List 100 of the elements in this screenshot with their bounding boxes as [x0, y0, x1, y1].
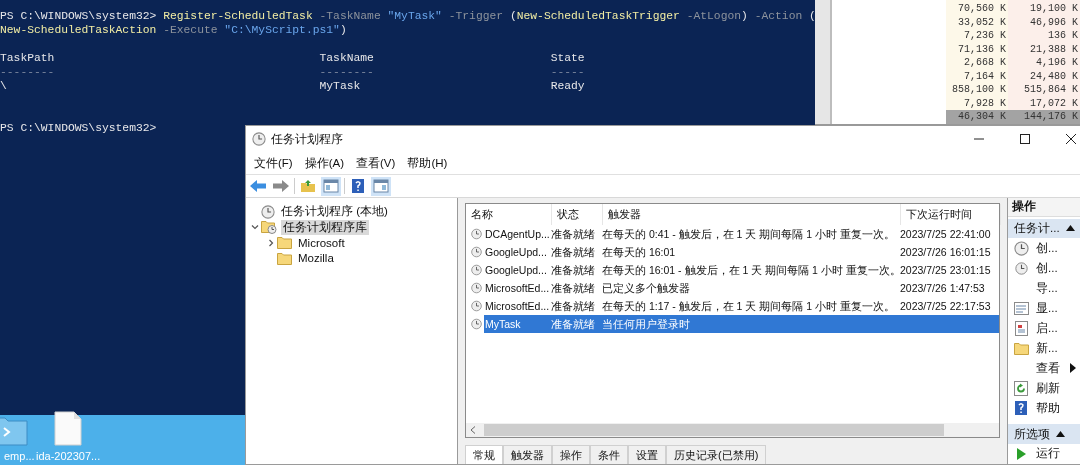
table-cell-text: 准备就绪 [550, 317, 596, 331]
process-row[interactable]: 858,100 K 515,864 K [946, 83, 1080, 97]
table-cell-text: 在每天的 1:17 - 触发后，在 1 天 期间每隔 1 小时 重复一次。 [601, 299, 896, 313]
column-header[interactable]: 触发器 [603, 204, 901, 225]
process-row[interactable]: 71,136 K 21,388 K [946, 42, 1080, 56]
menu-item[interactable]: 帮助(H) [401, 155, 454, 171]
task-row[interactable]: MicrosoftEd... 准备就绪 在每天的 1:17 - 触发后，在 1 天 期间每隔 1 小时 重复一次。 2023/7/25 22:17:53 [484, 297, 999, 315]
tab[interactable]: 常规 [465, 444, 503, 464]
clock-icon [1013, 240, 1029, 256]
process-row[interactable]: 7,164 K 24,480 K [946, 69, 1080, 83]
table-cell-text: 136 K [1047, 29, 1079, 43]
clock-icon [471, 246, 482, 258]
table-cell: MicrosoftEd... [484, 299, 550, 313]
tab[interactable]: 操作 [552, 444, 590, 464]
clock-icon [471, 300, 482, 312]
task-row[interactable]: MyTask 准备就绪 当任何用户登录时 [484, 315, 999, 333]
window-title: 任务计划程序 [271, 130, 343, 148]
heading-underline: -------- [0, 65, 55, 79]
action-link[interactable]: 启... [1036, 320, 1058, 336]
section-header[interactable]: 任务计... [1008, 218, 1080, 238]
tree-item[interactable]: 任务计划程序库 [281, 219, 369, 235]
menu-item[interactable]: 操作(A) [298, 155, 351, 171]
table-cell-text: 144,176 K [1023, 110, 1079, 124]
scroll-left-icon[interactable] [470, 425, 476, 434]
collapse-caret-icon[interactable] [1065, 225, 1075, 232]
column-header[interactable]: 名称 [466, 204, 552, 225]
table-cell-text: 准备就绪 [550, 299, 596, 313]
tab[interactable]: 条件 [590, 444, 628, 464]
task-row[interactable]: GoogleUpd... 准备就绪 在每天的 16:01 - 触发后，在 1 天 期间每隔 1 小时 重复一次。2023/7/25 23:01:15 [484, 261, 999, 279]
column-header[interactable]: 状态 [552, 204, 603, 225]
table-cell-text: 2023/7/26 1:47:53 [899, 281, 986, 295]
clock-icon [471, 264, 482, 276]
table-cell-text: 准备就绪 [550, 245, 596, 259]
action-link[interactable]: 导... [1036, 280, 1058, 296]
tab[interactable]: 设置 [628, 444, 666, 464]
section-header[interactable]: 所选项 [1008, 424, 1080, 444]
action-link[interactable]: 帮助 [1036, 400, 1060, 416]
table-cell-text: 已定义多个触发器 [601, 281, 691, 295]
horizontal-scrollbar[interactable] [466, 422, 999, 437]
table-cell-text: 2023/7/25 23:01:15 [899, 263, 992, 277]
help-icon [1014, 400, 1028, 417]
task-row[interactable]: MicrosoftEd... 准备就绪 已定义多个触发器 2023/7/26 1:47:53 [484, 279, 999, 297]
action-link[interactable]: 显... [1036, 300, 1058, 316]
process-row[interactable]: 46,304 K 144,176 K [946, 110, 1080, 124]
process-row[interactable]: 70,560 K 19,100 K [946, 2, 1080, 16]
collapsed-chevron-icon[interactable] [267, 238, 275, 247]
panel-icon[interactable] [321, 176, 341, 196]
command-line: New-ScheduledTaskAction -Execute "C:\MyScript.ps1") [0, 23, 347, 37]
process-row[interactable]: 7,236 K 136 K [946, 29, 1080, 43]
action-link[interactable]: 创... [1036, 240, 1058, 256]
collapse-caret-icon[interactable] [1056, 431, 1065, 438]
tree-item[interactable]: 任务计划程序 (本地) [279, 204, 390, 220]
file-icon [54, 411, 83, 446]
folder-icon [1013, 341, 1029, 355]
maximize-icon [1020, 134, 1030, 144]
column-heading: TaskName [319, 51, 374, 65]
table-cell-text: 准备就绪 [550, 227, 596, 241]
action-link[interactable]: 创... [1036, 260, 1058, 276]
action-link[interactable]: 新... [1036, 340, 1058, 356]
action-link[interactable]: 运行 [1036, 446, 1060, 462]
table-cell-text: 17,072 K [1029, 96, 1079, 110]
action-link[interactable]: 查看 [1036, 360, 1060, 376]
heading-underline: -------- [319, 65, 374, 79]
table-cell-text: MyTask [484, 317, 522, 331]
clock-icon [1014, 261, 1028, 275]
command-prompt: PS C:\WINDOWS\system32> [0, 121, 157, 135]
table-cell-text: 33,052 K [957, 15, 1007, 29]
play-icon [1016, 447, 1026, 460]
tab[interactable]: 触发器 [503, 444, 552, 464]
tab[interactable]: 历史记录(已禁用) [666, 444, 767, 464]
table-cell-text: 2023/7/26 16:01:15 [899, 245, 992, 259]
table-cell-text: 7,164 K [963, 69, 1007, 83]
menu-item[interactable]: 文件(F) [248, 155, 299, 171]
folder-clock-icon [261, 220, 277, 235]
table-cell-text: 46,996 K [1029, 15, 1079, 29]
table-cell: \ [0, 79, 7, 93]
process-row[interactable]: 33,052 K 46,996 K [946, 15, 1080, 29]
process-row[interactable]: 2,668 K 4,196 K [946, 56, 1080, 70]
expanded-chevron-icon[interactable] [251, 223, 259, 232]
folder-icon [0, 414, 29, 446]
tree-item[interactable]: Mozilla [296, 252, 336, 265]
table-cell: DCAgentUp... [484, 227, 550, 241]
table-cell-text: 在每天的 0:41 - 触发后，在 1 天 期间每隔 1 小时 重复一次。 [601, 227, 896, 241]
menu-item[interactable]: 查看(V) [350, 155, 402, 171]
action-link[interactable]: 刷新 [1036, 380, 1060, 396]
column-heading: TaskPath [0, 51, 55, 65]
heading-underline: ----- [550, 65, 585, 79]
table-cell-text: 当任何用户登录时 [601, 317, 691, 331]
folder-icon [277, 236, 292, 250]
task-row[interactable]: DCAgentUp...准备就绪 在每天的 0:41 - 触发后，在 1 天 期间每隔 1 小时 重复一次。 2023/7/25 22:41:00 [484, 225, 999, 243]
task-row[interactable]: GoogleUpd... 准备就绪 在每天的 16:01 2023/7/26 16:01:15 [484, 243, 999, 261]
minimize-icon [974, 138, 984, 140]
tree-item[interactable]: Microsoft [296, 236, 347, 249]
column-header[interactable]: 下次运行时间 [901, 204, 1001, 225]
submenu-arrow-icon [1070, 363, 1076, 374]
table-cell-text: 在每天的 16:01 [601, 245, 677, 259]
process-row[interactable]: 7,928 K 17,072 K [946, 96, 1080, 110]
clock-icon [261, 204, 275, 219]
panel-icon[interactable] [371, 176, 391, 196]
pane-title: 操作 [1008, 198, 1080, 217]
